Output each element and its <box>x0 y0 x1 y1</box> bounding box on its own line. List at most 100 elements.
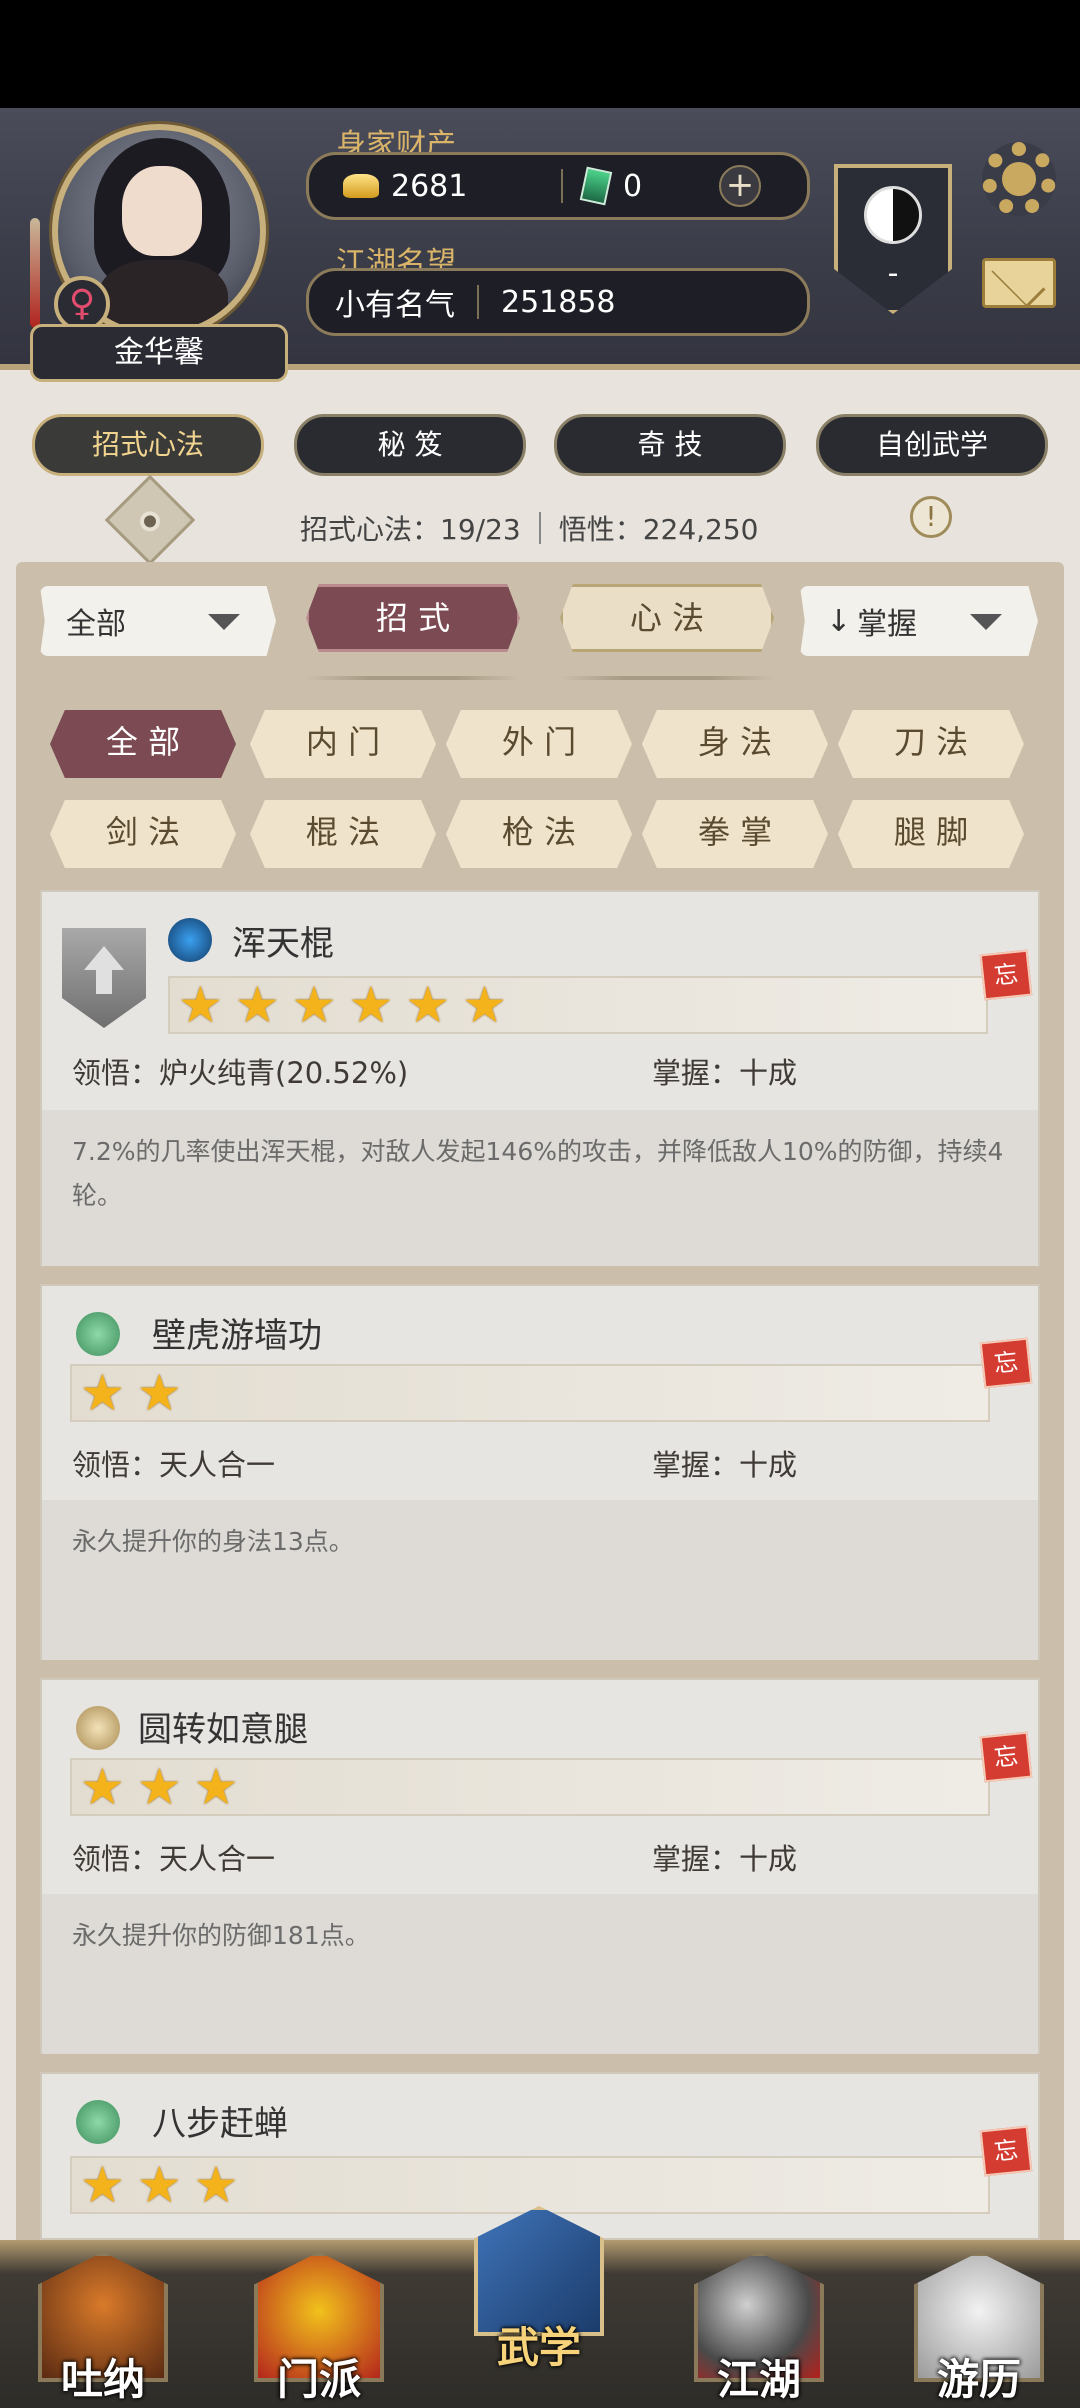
filter-outer[interactable]: 外 门 <box>446 710 632 778</box>
skill-name: 浑天棍 <box>232 924 334 964</box>
skill-mastery: 掌握：十成 <box>652 1056 798 1090</box>
player-name: 金华馨 <box>30 324 288 382</box>
sort-dropdown[interactable]: ↓ 掌握 <box>800 586 1038 656</box>
nav-label: 江湖 <box>716 2355 801 2404</box>
skill-description: 永久提升你的防御181点。 <box>42 1894 1038 2054</box>
star-icon: ★ <box>193 2156 239 2214</box>
info-icon[interactable]: ! <box>910 496 952 538</box>
tab-moves-mind[interactable]: 招式心法 <box>32 414 264 476</box>
star-icon: ★ <box>234 976 280 1034</box>
forget-button[interactable]: 忘 <box>979 1731 1033 1783</box>
taiji-badge[interactable]: - <box>834 164 952 314</box>
arrow-up-icon <box>84 946 124 994</box>
jade-icon <box>579 166 613 206</box>
star-icon: ★ <box>291 976 337 1034</box>
skill-comprehension: 领悟：天人合一 <box>72 1448 276 1482</box>
mail-icon[interactable] <box>982 258 1056 308</box>
boot-icon <box>76 2100 120 2144</box>
reputation-title: 小有名气 <box>335 288 455 323</box>
jade-amount: 0 <box>623 168 643 204</box>
filter-spear[interactable]: 枪 法 <box>446 800 632 868</box>
boot-icon <box>76 1312 120 1356</box>
star-icon: ★ <box>136 1758 182 1816</box>
nav-label: 门派 <box>276 2355 361 2404</box>
tab-self-created[interactable]: 自创武学 <box>816 414 1048 476</box>
skill-comprehension: 领悟：天人合一 <box>72 1842 276 1876</box>
star-icon: ★ <box>178 976 223 1034</box>
rank-up-icon <box>62 928 146 1028</box>
avatar-face <box>122 166 202 256</box>
star-icon: ★ <box>136 1364 182 1422</box>
tab-moves[interactable]: 招 式 <box>306 584 520 652</box>
tassel-ornament <box>30 218 40 328</box>
filter-leg[interactable]: 腿 脚 <box>838 800 1024 868</box>
star-rating: ★ ★ <box>70 1364 990 1422</box>
ornament-divider <box>560 676 774 680</box>
nav-label: 武学 <box>496 2323 581 2372</box>
divider <box>538 512 541 544</box>
star-rating: ★ ★ ★ ★ ★ ★ <box>168 976 988 1034</box>
settings-gear-icon[interactable] <box>982 142 1056 216</box>
nav-travel[interactable]: 游历 <box>904 2252 1054 2404</box>
forget-button[interactable]: 忘 <box>979 949 1033 1001</box>
divider <box>477 285 479 319</box>
skill-name: 八步赶蝉 <box>152 2104 288 2144</box>
filter-inner[interactable]: 内 门 <box>250 710 436 778</box>
summary-line: 招式心法：19/23 悟性：224,250 <box>300 508 759 548</box>
star-icon: ★ <box>348 976 394 1034</box>
gold-amount: 2681 <box>391 168 468 204</box>
nav-jianghu[interactable]: 江湖 <box>684 2252 834 2404</box>
player-header: ♀ 金华馨 身家财产 2681 0 + 江湖名望 小有名气 251858 - <box>0 108 1080 382</box>
visibility-toggle[interactable] <box>104 474 196 566</box>
chevron-down-icon <box>970 614 1002 630</box>
gear-center <box>1002 162 1036 196</box>
forget-button[interactable]: 忘 <box>979 1337 1033 1389</box>
sort-arrow-icon: ↓ <box>826 603 852 639</box>
insight-value: 悟性：224,250 <box>558 513 759 546</box>
add-currency-button[interactable]: + <box>719 165 761 207</box>
skill-card[interactable]: 浑天棍 ★ ★ ★ ★ ★ ★ 领悟：炉火纯青(20.52%) 掌握：十成 忘 7.2%的… <box>40 890 1040 1266</box>
star-rating: ★ ★ ★ <box>70 1758 990 1816</box>
filter-blade[interactable]: 刀 法 <box>838 710 1024 778</box>
divider <box>561 169 563 203</box>
scope-dropdown[interactable]: 全部 <box>40 586 276 656</box>
badge-value: - <box>887 256 899 291</box>
skill-name: 圆转如意腿 <box>138 1710 308 1750</box>
star-icon: ★ <box>136 2156 182 2214</box>
skill-description: 永久提升你的身法13点。 <box>42 1500 1038 1660</box>
filter-staff[interactable]: 棍 法 <box>250 800 436 868</box>
filter-all[interactable]: 全 部 <box>50 710 236 778</box>
filter-sword[interactable]: 剑 法 <box>50 800 236 868</box>
skill-name: 壁虎游墙功 <box>152 1316 322 1356</box>
tab-mind[interactable]: 心 法 <box>560 584 774 652</box>
nav-martial-arts[interactable]: 武学 <box>464 2206 614 2372</box>
star-icon: ★ <box>193 1758 239 1816</box>
forget-button[interactable]: 忘 <box>979 2125 1033 2177</box>
nav-breathing[interactable]: 吐纳 <box>28 2252 178 2404</box>
filter-fist[interactable]: 拳 掌 <box>642 800 828 868</box>
wealth-pill: 2681 0 + <box>306 152 810 220</box>
nav-label: 吐纳 <box>60 2355 145 2404</box>
tab-secret-manual[interactable]: 秘 笈 <box>294 414 526 476</box>
skill-description: 7.2%的几率使出浑天棍，对敌人发起146%的攻击，并降低敌人10%的防御，持续… <box>42 1110 1038 1266</box>
eye-icon <box>135 507 165 536</box>
skill-comprehension: 领悟：炉火纯青(20.52%) <box>72 1056 409 1090</box>
status-bar <box>0 0 1080 108</box>
taiji-icon <box>864 186 922 244</box>
chevron-down-icon <box>208 614 240 630</box>
nav-sect[interactable]: 门派 <box>244 2252 394 2404</box>
sort-dropdown-value: 掌握 <box>857 607 918 642</box>
ornament-divider <box>306 676 520 680</box>
skill-card[interactable]: 圆转如意腿 ★ ★ ★ 领悟：天人合一 掌握：十成 忘 永久提升你的防御181点。 <box>40 1678 1040 2054</box>
gold-ingot-icon <box>343 174 379 198</box>
reputation-value: 251858 <box>501 284 616 320</box>
star-icon: ★ <box>80 1364 125 1422</box>
skill-mastery: 掌握：十成 <box>652 1842 798 1876</box>
scope-dropdown-value: 全部 <box>66 607 126 642</box>
star-icon: ★ <box>80 1758 125 1816</box>
staff-icon <box>168 918 212 962</box>
filter-movement[interactable]: 身 法 <box>642 710 828 778</box>
horn-icon <box>76 1706 120 1750</box>
tab-special-skill[interactable]: 奇 技 <box>554 414 786 476</box>
skill-card[interactable]: 壁虎游墙功 ★ ★ 领悟：天人合一 掌握：十成 忘 永久提升你的身法13点。 <box>40 1284 1040 1660</box>
